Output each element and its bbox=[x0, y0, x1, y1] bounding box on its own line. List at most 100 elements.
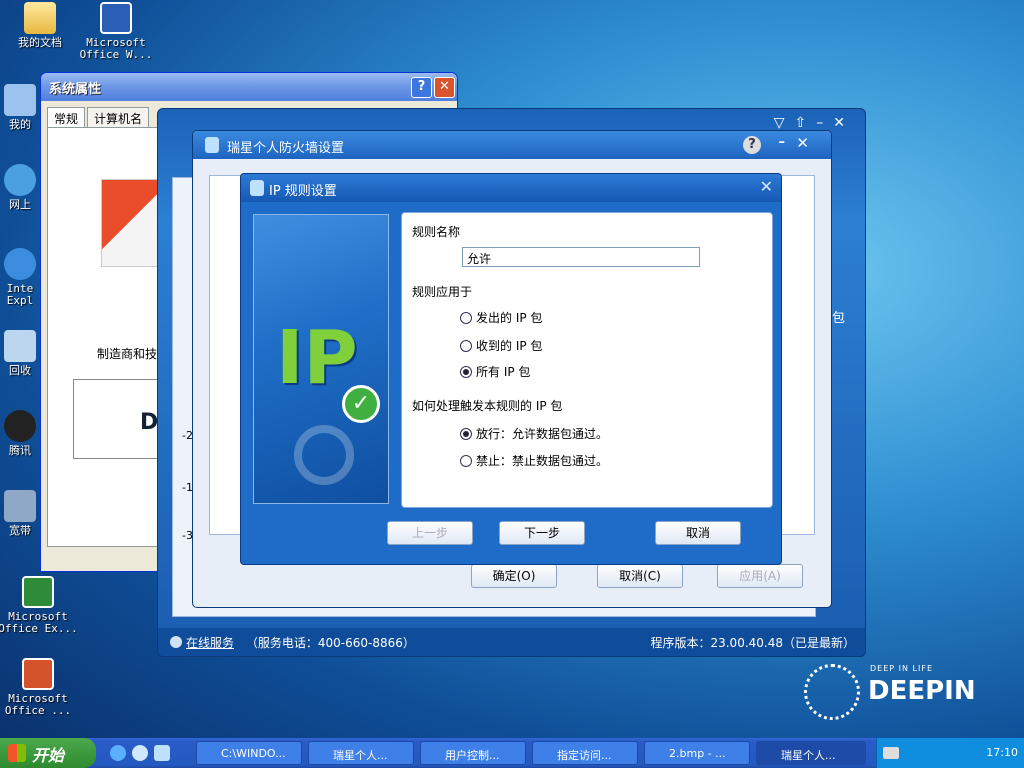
shield-quicklaunch-icon[interactable] bbox=[154, 745, 170, 761]
brand-name: DEEPIN bbox=[868, 676, 976, 706]
radio-incoming[interactable]: 收到的 IP 包 bbox=[460, 337, 542, 354]
minimize-icon[interactable]: – bbox=[779, 135, 786, 150]
tab-strip: 常规 计算机名 bbox=[47, 107, 151, 127]
shield-icon bbox=[205, 137, 219, 153]
desktop-icon-powerpoint[interactable]: Microsoft Office ... bbox=[0, 658, 78, 717]
gear-icon bbox=[294, 425, 354, 485]
broadband-icon bbox=[4, 490, 36, 522]
ip-rule-dialog: IP 规则设置 ✕ IP ✓ 规则名称 允许 规则应用于 发出的 IP 包 收到… bbox=[240, 173, 782, 565]
checkmark-icon: ✓ bbox=[342, 385, 380, 423]
taskbar: 开始 C:\WINDO... 瑞星个人... 用户控制... 指定访问... 2… bbox=[0, 738, 1024, 768]
oem-logo-letter: D bbox=[140, 410, 159, 435]
taskbar-item-rising-2[interactable]: 瑞星个人... bbox=[756, 741, 866, 765]
desktop-icon-label: Microsoft Office W... bbox=[79, 36, 153, 61]
desktop-icon-label: 我的文档 bbox=[18, 36, 62, 49]
radio-deny[interactable]: 禁止：禁止数据包通过。 bbox=[460, 452, 608, 469]
taskbar-item-bmp[interactable]: 2.bmp - ... bbox=[644, 741, 750, 765]
taskbar-item-specified-access[interactable]: 指定访问... bbox=[532, 741, 638, 765]
ie-quicklaunch-icon[interactable] bbox=[110, 745, 126, 761]
radio-circle bbox=[460, 365, 472, 378]
desktop-icon-my-documents[interactable]: 我的文档 bbox=[0, 2, 80, 49]
radio-label: 禁止：禁止数据包通过。 bbox=[476, 454, 609, 468]
help-icon[interactable]: ? bbox=[743, 136, 761, 154]
folder-icon bbox=[24, 2, 56, 34]
oem-logo: D bbox=[73, 379, 163, 459]
dialog-title-bar: IP 规则设置 ✕ bbox=[241, 174, 781, 202]
window-controls: ▽⇧–✕ bbox=[773, 115, 855, 131]
close-button[interactable]: ✕ bbox=[434, 77, 455, 98]
radio-circle bbox=[460, 311, 472, 324]
desktop-icon-label: Microsoft Office ... bbox=[4, 692, 72, 717]
online-service-link[interactable]: 在线服务 bbox=[186, 636, 234, 650]
version-text: 程序版本：23.00.40.48（已是最新） bbox=[650, 636, 855, 650]
powerpoint-icon bbox=[22, 658, 54, 690]
start-label: 开始 bbox=[32, 746, 65, 765]
network-icon bbox=[4, 164, 36, 196]
tab-general[interactable]: 常规 bbox=[47, 107, 86, 127]
browser-quicklaunch-icon[interactable] bbox=[132, 745, 148, 761]
radio-label: 收到的 IP 包 bbox=[476, 339, 543, 353]
cancel-button[interactable]: 取消 bbox=[655, 521, 741, 545]
excel-icon bbox=[22, 576, 54, 608]
radio-circle bbox=[460, 339, 472, 352]
apply-button[interactable]: 应用(A) bbox=[717, 564, 803, 588]
window-title: 系统属性 bbox=[41, 73, 457, 101]
radio-circle bbox=[460, 427, 472, 440]
recycle-bin-icon bbox=[4, 330, 36, 362]
ip-graphic-text: IP bbox=[276, 315, 358, 401]
radio-label: 所有 IP 包 bbox=[476, 365, 531, 379]
desktop-icon-label: Microsoft Office Ex... bbox=[0, 610, 78, 635]
dialog-title: IP 规则设置 bbox=[269, 184, 337, 199]
user-icon bbox=[170, 636, 182, 648]
taskbar-item-label: 指定访问... bbox=[557, 749, 612, 762]
swirl-icon bbox=[804, 664, 860, 720]
handle-label: 如何处理触发本规则的 IP 包 bbox=[412, 399, 563, 413]
radio-allow[interactable]: 放行：允许数据包通过。 bbox=[460, 425, 608, 442]
rule-name-input[interactable]: 允许 bbox=[462, 247, 700, 267]
radio-label: 放行：允许数据包通过。 bbox=[476, 427, 609, 441]
dialog-title: 瑞星个人防火墙设置 bbox=[227, 141, 345, 156]
cancel-button[interactable]: 取消(C) bbox=[597, 564, 683, 588]
start-button[interactable]: 开始 bbox=[0, 738, 96, 768]
computer-icon bbox=[4, 84, 36, 116]
clock[interactable]: 17:10 bbox=[986, 746, 1018, 759]
shield-icon bbox=[250, 180, 264, 196]
taskbar-item-user-control[interactable]: 用户控制... bbox=[420, 741, 526, 765]
dialog-title-bar: 瑞星个人防火墙设置 ? – ✕ bbox=[193, 131, 831, 159]
windows-flag-icon bbox=[8, 744, 26, 762]
internet-explorer-icon bbox=[4, 248, 36, 280]
close-icon[interactable]: ✕ bbox=[796, 134, 809, 152]
manufacturer-label: 制造商和技 bbox=[97, 347, 158, 361]
tab-computer-name[interactable]: 计算机名 bbox=[87, 107, 150, 127]
taskbar-item-label: 瑞星个人... bbox=[781, 749, 836, 762]
prev-button[interactable]: 上一步 bbox=[387, 521, 473, 545]
side-label-packet: 包 bbox=[832, 311, 846, 326]
ip-graphic: IP ✓ bbox=[253, 214, 389, 504]
next-button[interactable]: 下一步 bbox=[499, 521, 585, 545]
apply-to-label: 规则应用于 bbox=[412, 285, 473, 299]
windows-logo bbox=[101, 179, 161, 267]
radio-all[interactable]: 所有 IP 包 bbox=[460, 363, 530, 380]
word-icon bbox=[100, 2, 132, 34]
radio-label: 发出的 IP 包 bbox=[476, 311, 543, 325]
close-icon[interactable]: ✕ bbox=[760, 177, 773, 196]
rule-name-label: 规则名称 bbox=[412, 225, 461, 239]
system-tray: 17:10 bbox=[876, 738, 1024, 768]
status-bar: 在线服务 （服务电话：400-660-8866） 程序版本：23.00.40.4… bbox=[158, 628, 865, 656]
rule-form-panel: 规则名称 允许 规则应用于 发出的 IP 包 收到的 IP 包 所有 IP 包 … bbox=[401, 212, 773, 508]
radio-outgoing[interactable]: 发出的 IP 包 bbox=[460, 309, 542, 326]
penguin-icon bbox=[4, 410, 36, 442]
help-button[interactable]: ? bbox=[411, 77, 432, 98]
radio-circle bbox=[460, 454, 472, 467]
desktop-icon-word[interactable]: Microsoft Office W... bbox=[76, 2, 156, 61]
desktop-icon-excel[interactable]: Microsoft Office Ex... bbox=[0, 576, 78, 635]
taskbar-item-cmd[interactable]: C:\WINDO... bbox=[196, 741, 302, 765]
service-phone: （服务电话：400-660-8866） bbox=[245, 636, 415, 650]
taskbar-item-label: C:\WINDO... bbox=[221, 747, 286, 760]
taskbar-item-label: 2.bmp - ... bbox=[669, 747, 726, 760]
taskbar-item-label: 瑞星个人... bbox=[333, 749, 388, 762]
deepin-logo: DEEP IN LIFE DEEPIN bbox=[804, 662, 976, 722]
keyboard-icon[interactable] bbox=[883, 747, 899, 759]
ok-button[interactable]: 确定(O) bbox=[471, 564, 557, 588]
taskbar-item-rising-1[interactable]: 瑞星个人... bbox=[308, 741, 414, 765]
